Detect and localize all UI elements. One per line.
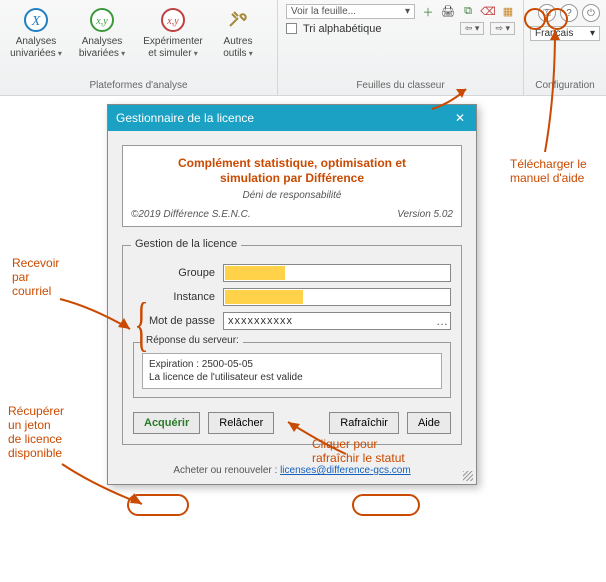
- sheet-selector[interactable]: Voir la feuille...▾: [286, 4, 415, 19]
- help-icon[interactable]: ?: [560, 4, 578, 22]
- copyright-text: ©2019 Différence S.E.N.C.: [131, 209, 251, 220]
- close-icon[interactable]: ✕: [452, 110, 468, 126]
- license-dialog: Gestionnaire de la licence ✕ Complément …: [107, 104, 477, 485]
- dialog-title: Gestionnaire de la licence: [116, 111, 254, 125]
- svg-text:x,y: x,y: [95, 16, 108, 27]
- tools-icon: [224, 6, 252, 34]
- svg-text:x,y: x,y: [166, 16, 179, 27]
- power-icon[interactable]: ⏻: [582, 4, 600, 22]
- license-fieldset: Gestion de la licence Groupe Instance Mo…: [122, 245, 462, 445]
- btn-analyses-univariees[interactable]: X Analyses univariées: [6, 4, 66, 62]
- group-caption: Configuration: [530, 78, 600, 93]
- delete-icon[interactable]: ⌫: [481, 5, 495, 19]
- nav-next[interactable]: ⇨ ▾: [490, 22, 515, 35]
- label-group: Groupe: [133, 267, 223, 279]
- print-icon[interactable]: 🖨: [441, 5, 455, 19]
- version-text: Version 5.02: [397, 209, 453, 220]
- svg-text:X: X: [31, 14, 41, 29]
- acquire-button[interactable]: Acquérir: [133, 412, 200, 434]
- plus-icon[interactable]: ＋: [421, 5, 435, 19]
- btn-experimenter[interactable]: x,y Expérimenter et simuler: [138, 4, 208, 62]
- group-field[interactable]: [223, 264, 451, 282]
- nav-prev[interactable]: ⇦ ▾: [460, 22, 485, 35]
- label-instance: Instance: [133, 291, 223, 303]
- alpha-sort-label: Tri alphabétique: [303, 23, 381, 35]
- annotation-receive-email: Recevoirparcourriel: [12, 256, 59, 298]
- instance-field[interactable]: [223, 288, 451, 306]
- btn-analyses-bivariees[interactable]: x,y Analyses bivariées: [72, 4, 132, 62]
- key-icon[interactable]: ⚿: [538, 4, 556, 22]
- ribbon: X Analyses univariées x,y Analyses bivar…: [0, 0, 606, 96]
- btn-label: Autres outils: [216, 36, 260, 60]
- help-button[interactable]: Aide: [407, 412, 451, 434]
- btn-autres-outils[interactable]: Autres outils: [214, 4, 262, 62]
- ribbon-group-sheets: Voir la feuille...▾ ＋ 🖨 ⧉ ⌫ ▦ Tri alphab…: [278, 0, 524, 95]
- btn-label: Analyses univariées: [8, 36, 64, 60]
- group-caption: Feuilles du classeur: [286, 78, 515, 93]
- annotation-retrieve-token: Récupérerun jetonde licencedisponible: [8, 404, 64, 460]
- product-title: Complément statistique, optimisation ets…: [131, 156, 453, 186]
- license-email-link[interactable]: licenses@difference-gcs.com: [280, 465, 411, 476]
- disclaimer-link[interactable]: Déni de responsabilité: [131, 190, 453, 201]
- password-field[interactable]: xxxxxxxxxx…: [223, 312, 451, 330]
- response-legend: Réponse du serveur:: [142, 335, 243, 346]
- btn-label: Analyses bivariées: [74, 36, 130, 60]
- response-text: Expiration : 2500-05-05 La licence de l'…: [142, 353, 442, 389]
- alpha-sort-checkbox[interactable]: [286, 23, 297, 34]
- label-password: Mot de passe: [133, 315, 223, 327]
- group-caption: Plateformes d'analyse: [6, 78, 271, 93]
- dialog-footer: Acheter ou renouveler : licenses@differe…: [108, 459, 476, 484]
- resize-grip[interactable]: [463, 471, 473, 481]
- password-reveal-icon[interactable]: …: [436, 314, 448, 328]
- btn-label: Expérimenter et simuler: [140, 36, 206, 60]
- release-button[interactable]: Relâcher: [208, 412, 274, 434]
- grid-icon[interactable]: ▦: [501, 5, 515, 19]
- dialog-titlebar[interactable]: Gestionnaire de la licence ✕: [108, 105, 476, 131]
- ribbon-group-config: ⚿ ? ⏻ Francais▾ Configuration: [524, 0, 606, 95]
- dialog-header-box: Complément statistique, optimisation ets…: [122, 145, 462, 227]
- refresh-button[interactable]: Rafraîchir: [329, 412, 399, 434]
- annotation-download-help: Télécharger lemanuel d'aide: [510, 157, 587, 185]
- annotation-ring: [352, 494, 420, 516]
- server-response-box: Réponse du serveur: Expiration : 2500-05…: [133, 342, 451, 398]
- fieldset-legend: Gestion de la licence: [131, 238, 241, 250]
- annotation-ring: [127, 494, 189, 516]
- stats-xyred-icon: x,y: [159, 6, 187, 34]
- language-selector[interactable]: Francais▾: [530, 26, 600, 41]
- copy-icon[interactable]: ⧉: [461, 5, 475, 19]
- stats-xy-icon: x,y: [88, 6, 116, 34]
- stats-x-icon: X: [22, 6, 50, 34]
- ribbon-group-platforms: X Analyses univariées x,y Analyses bivar…: [0, 0, 278, 95]
